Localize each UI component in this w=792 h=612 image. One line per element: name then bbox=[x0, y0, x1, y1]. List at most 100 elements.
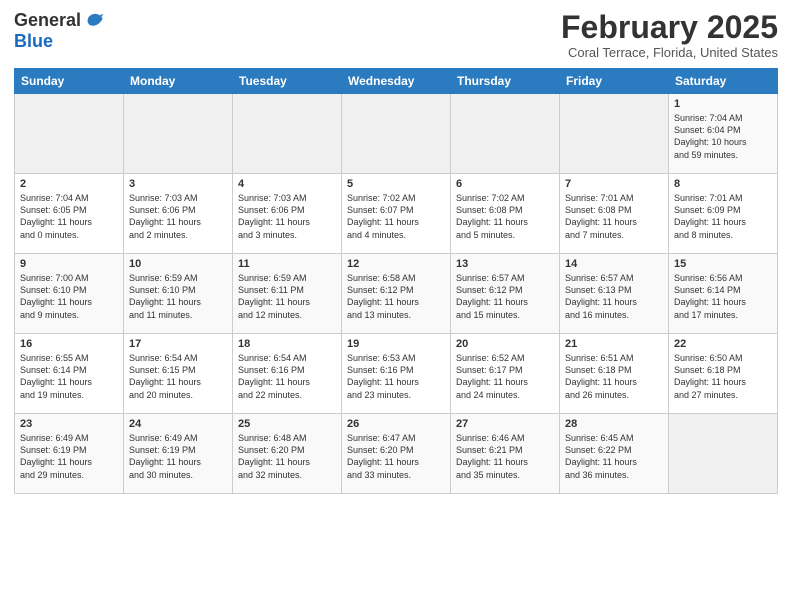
day-info: Sunrise: 6:58 AM Sunset: 6:12 PM Dayligh… bbox=[347, 272, 445, 321]
location: Coral Terrace, Florida, United States bbox=[561, 45, 778, 60]
logo: General Blue bbox=[14, 10, 105, 52]
calendar-cell: 15 Sunrise: 6:56 AM Sunset: 6:14 PM Dayli… bbox=[669, 254, 778, 334]
day-info: Sunrise: 6:49 AM Sunset: 6:19 PM Dayligh… bbox=[129, 432, 227, 481]
day-number: 22 bbox=[674, 338, 772, 350]
day-info: Sunrise: 6:57 AM Sunset: 6:12 PM Dayligh… bbox=[456, 272, 554, 321]
day-number: 24 bbox=[129, 418, 227, 430]
header: General Blue February 2025 Coral Terrace… bbox=[14, 10, 778, 60]
day-info: Sunrise: 6:49 AM Sunset: 6:19 PM Dayligh… bbox=[20, 432, 118, 481]
day-number: 11 bbox=[238, 258, 336, 270]
day-number: 17 bbox=[129, 338, 227, 350]
calendar-cell bbox=[15, 94, 124, 174]
day-info: Sunrise: 7:03 AM Sunset: 6:06 PM Dayligh… bbox=[238, 192, 336, 241]
week-row-3: 16 Sunrise: 6:55 AM Sunset: 6:14 PM Dayli… bbox=[15, 334, 778, 414]
col-thursday: Thursday bbox=[451, 69, 560, 94]
day-info: Sunrise: 6:48 AM Sunset: 6:20 PM Dayligh… bbox=[238, 432, 336, 481]
day-number: 1 bbox=[674, 98, 772, 110]
day-info: Sunrise: 6:53 AM Sunset: 6:16 PM Dayligh… bbox=[347, 352, 445, 401]
day-number: 5 bbox=[347, 178, 445, 190]
col-sunday: Sunday bbox=[15, 69, 124, 94]
day-number: 25 bbox=[238, 418, 336, 430]
day-number: 13 bbox=[456, 258, 554, 270]
day-info: Sunrise: 7:01 AM Sunset: 6:09 PM Dayligh… bbox=[674, 192, 772, 241]
calendar-cell: 20Sunrise: 6:52 AM Sunset: 6:17 PM Dayli… bbox=[451, 334, 560, 414]
calendar-cell: 27 Sunrise: 6:46 AM Sunset: 6:21 PM Dayli… bbox=[451, 414, 560, 494]
calendar-cell: 1 Sunrise: 7:04 AM Sunset: 6:04 PM Daylig… bbox=[669, 94, 778, 174]
day-info: Sunrise: 6:46 AM Sunset: 6:21 PM Dayligh… bbox=[456, 432, 554, 481]
day-number: 12 bbox=[347, 258, 445, 270]
calendar-cell: 16 Sunrise: 6:55 AM Sunset: 6:14 PM Dayli… bbox=[15, 334, 124, 414]
day-number: 10 bbox=[129, 258, 227, 270]
day-info: Sunrise: 6:59 AM Sunset: 6:11 PM Dayligh… bbox=[238, 272, 336, 321]
day-info: Sunrise: 6:50 AM Sunset: 6:18 PM Dayligh… bbox=[674, 352, 772, 401]
day-number: 7 bbox=[565, 178, 663, 190]
calendar-cell: 6 Sunrise: 7:02 AM Sunset: 6:08 PM Daylig… bbox=[451, 174, 560, 254]
week-row-2: 9 Sunrise: 7:00 AM Sunset: 6:10 PM Daylig… bbox=[15, 254, 778, 334]
col-saturday: Saturday bbox=[669, 69, 778, 94]
day-info: Sunrise: 6:59 AM Sunset: 6:10 PM Dayligh… bbox=[129, 272, 227, 321]
day-number: 6 bbox=[456, 178, 554, 190]
calendar-cell bbox=[233, 94, 342, 174]
day-info: Sunrise: 6:55 AM Sunset: 6:14 PM Dayligh… bbox=[20, 352, 118, 401]
calendar-cell bbox=[560, 94, 669, 174]
calendar-cell: 23Sunrise: 6:49 AM Sunset: 6:19 PM Dayli… bbox=[15, 414, 124, 494]
month-title: February 2025 bbox=[561, 10, 778, 45]
logo-bird-icon bbox=[83, 10, 105, 32]
col-monday: Monday bbox=[124, 69, 233, 94]
day-number: 2 bbox=[20, 178, 118, 190]
col-friday: Friday bbox=[560, 69, 669, 94]
col-tuesday: Tuesday bbox=[233, 69, 342, 94]
calendar-cell: 21 Sunrise: 6:51 AM Sunset: 6:18 PM Dayli… bbox=[560, 334, 669, 414]
day-number: 14 bbox=[565, 258, 663, 270]
calendar-cell: 11 Sunrise: 6:59 AM Sunset: 6:11 PM Dayli… bbox=[233, 254, 342, 334]
calendar-cell: 17Sunrise: 6:54 AM Sunset: 6:15 PM Dayli… bbox=[124, 334, 233, 414]
day-number: 3 bbox=[129, 178, 227, 190]
day-number: 27 bbox=[456, 418, 554, 430]
day-number: 9 bbox=[20, 258, 118, 270]
day-number: 28 bbox=[565, 418, 663, 430]
calendar-cell: 12 Sunrise: 6:58 AM Sunset: 6:12 PM Dayli… bbox=[342, 254, 451, 334]
calendar-cell: 13 Sunrise: 6:57 AM Sunset: 6:12 PM Dayli… bbox=[451, 254, 560, 334]
calendar: Sunday Monday Tuesday Wednesday Thursday… bbox=[14, 68, 778, 494]
day-info: Sunrise: 7:04 AM Sunset: 6:04 PM Dayligh… bbox=[674, 112, 772, 161]
day-info: Sunrise: 7:00 AM Sunset: 6:10 PM Dayligh… bbox=[20, 272, 118, 321]
day-number: 18 bbox=[238, 338, 336, 350]
day-info: Sunrise: 7:02 AM Sunset: 6:08 PM Dayligh… bbox=[456, 192, 554, 241]
week-row-1: 2Sunrise: 7:04 AM Sunset: 6:05 PM Daylig… bbox=[15, 174, 778, 254]
calendar-cell: 14 Sunrise: 6:57 AM Sunset: 6:13 PM Dayli… bbox=[560, 254, 669, 334]
day-info: Sunrise: 6:45 AM Sunset: 6:22 PM Dayligh… bbox=[565, 432, 663, 481]
day-info: Sunrise: 7:02 AM Sunset: 6:07 PM Dayligh… bbox=[347, 192, 445, 241]
logo-blue: Blue bbox=[14, 32, 105, 52]
day-number: 19 bbox=[347, 338, 445, 350]
day-info: Sunrise: 6:51 AM Sunset: 6:18 PM Dayligh… bbox=[565, 352, 663, 401]
calendar-header-row: Sunday Monday Tuesday Wednesday Thursday… bbox=[15, 69, 778, 94]
calendar-cell bbox=[451, 94, 560, 174]
calendar-cell: 7 Sunrise: 7:01 AM Sunset: 6:08 PM Daylig… bbox=[560, 174, 669, 254]
day-info: Sunrise: 6:56 AM Sunset: 6:14 PM Dayligh… bbox=[674, 272, 772, 321]
day-number: 15 bbox=[674, 258, 772, 270]
calendar-cell: 5 Sunrise: 7:02 AM Sunset: 6:07 PM Daylig… bbox=[342, 174, 451, 254]
calendar-cell bbox=[124, 94, 233, 174]
calendar-cell: 4Sunrise: 7:03 AM Sunset: 6:06 PM Daylig… bbox=[233, 174, 342, 254]
day-info: Sunrise: 6:57 AM Sunset: 6:13 PM Dayligh… bbox=[565, 272, 663, 321]
day-number: 21 bbox=[565, 338, 663, 350]
day-info: Sunrise: 6:52 AM Sunset: 6:17 PM Dayligh… bbox=[456, 352, 554, 401]
week-row-0: 1 Sunrise: 7:04 AM Sunset: 6:04 PM Daylig… bbox=[15, 94, 778, 174]
calendar-cell: 19 Sunrise: 6:53 AM Sunset: 6:16 PM Dayli… bbox=[342, 334, 451, 414]
day-number: 8 bbox=[674, 178, 772, 190]
day-info: Sunrise: 6:47 AM Sunset: 6:20 PM Dayligh… bbox=[347, 432, 445, 481]
day-number: 26 bbox=[347, 418, 445, 430]
day-number: 16 bbox=[20, 338, 118, 350]
title-block: February 2025 Coral Terrace, Florida, Un… bbox=[561, 10, 778, 60]
week-row-4: 23Sunrise: 6:49 AM Sunset: 6:19 PM Dayli… bbox=[15, 414, 778, 494]
calendar-cell: 8 Sunrise: 7:01 AM Sunset: 6:09 PM Daylig… bbox=[669, 174, 778, 254]
day-info: Sunrise: 7:03 AM Sunset: 6:06 PM Dayligh… bbox=[129, 192, 227, 241]
calendar-cell: 22 Sunrise: 6:50 AM Sunset: 6:18 PM Dayli… bbox=[669, 334, 778, 414]
calendar-cell: 24 Sunrise: 6:49 AM Sunset: 6:19 PM Dayli… bbox=[124, 414, 233, 494]
calendar-cell: 28 Sunrise: 6:45 AM Sunset: 6:22 PM Dayli… bbox=[560, 414, 669, 494]
day-info: Sunrise: 7:01 AM Sunset: 6:08 PM Dayligh… bbox=[565, 192, 663, 241]
calendar-cell bbox=[669, 414, 778, 494]
logo-general: General bbox=[14, 11, 81, 31]
day-info: Sunrise: 6:54 AM Sunset: 6:16 PM Dayligh… bbox=[238, 352, 336, 401]
calendar-cell: 3 Sunrise: 7:03 AM Sunset: 6:06 PM Daylig… bbox=[124, 174, 233, 254]
